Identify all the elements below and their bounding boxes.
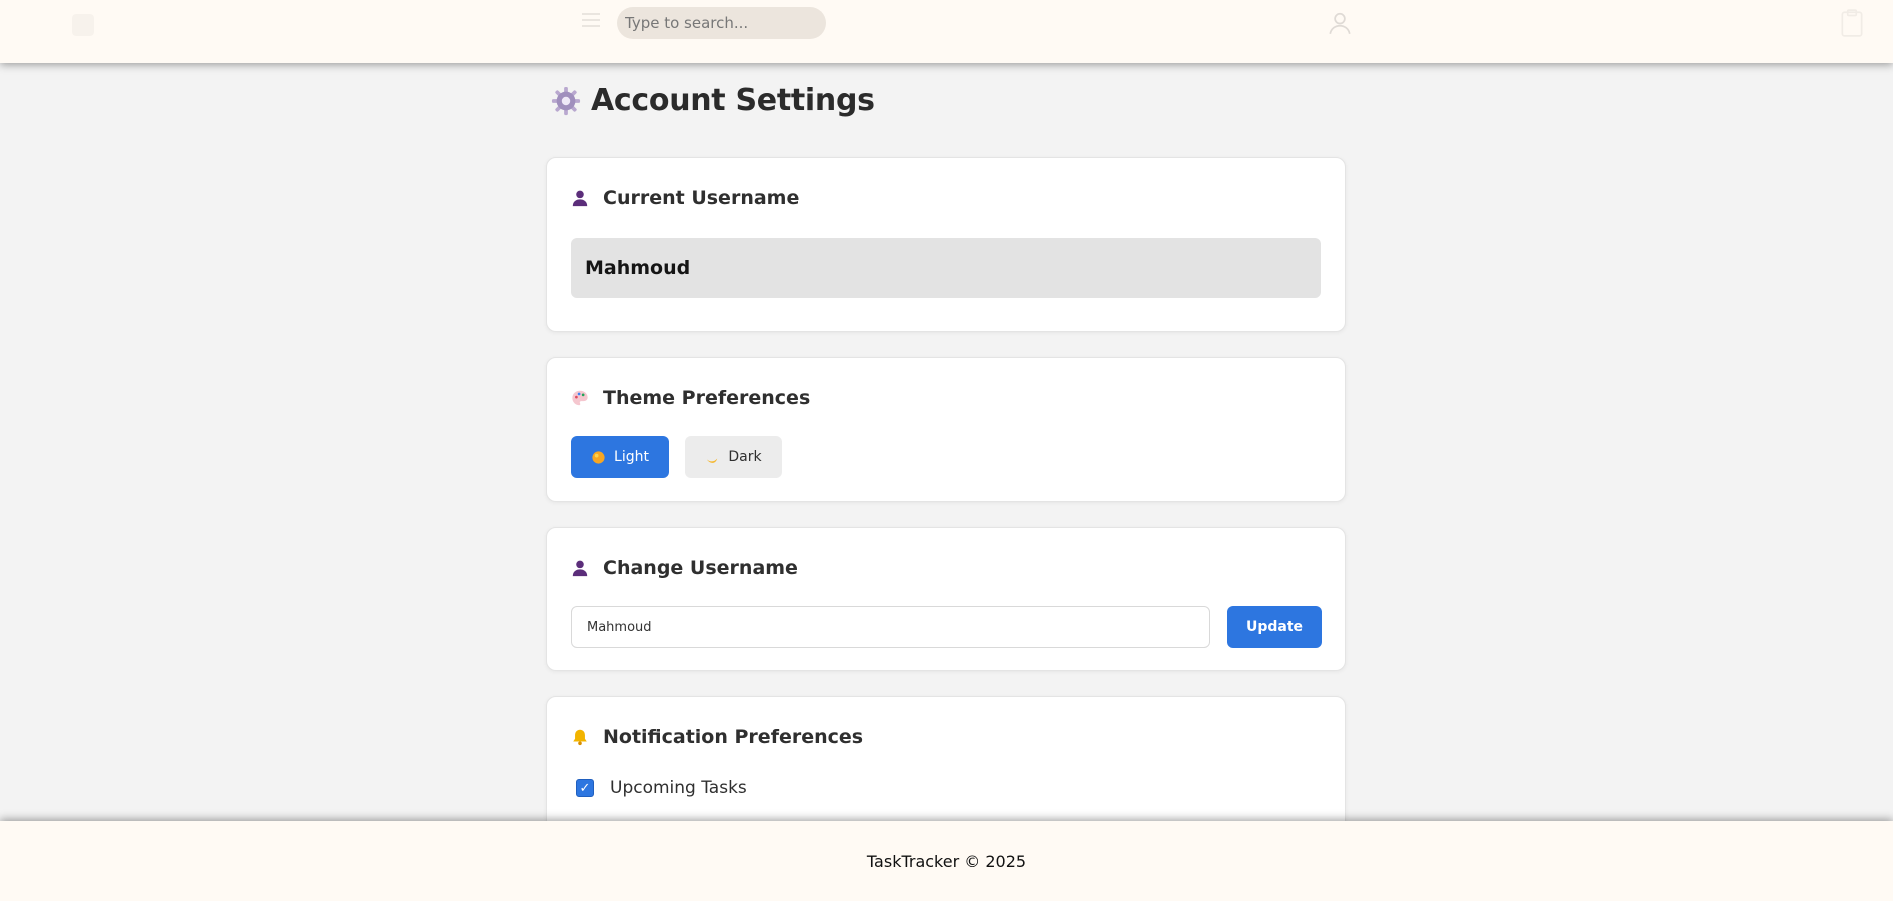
card-header: Notification Preferences	[571, 726, 863, 748]
palette-icon	[572, 390, 588, 406]
light-theme-button[interactable]: Light	[571, 436, 669, 478]
username-field[interactable]	[571, 606, 1210, 648]
sun-icon	[592, 450, 605, 464]
light-theme-label: Light	[614, 449, 649, 465]
bell-icon	[573, 729, 587, 746]
update-button[interactable]: Update	[1227, 606, 1322, 648]
theme-preferences-card: Theme Preferences Light Dark	[546, 357, 1346, 502]
current-username-heading: Current Username	[603, 187, 800, 209]
search-input[interactable]	[617, 7, 826, 39]
notification-preferences-heading: Notification Preferences	[603, 726, 864, 748]
change-username-card: Change Username Update	[546, 527, 1346, 671]
user-icon[interactable]	[1327, 10, 1353, 36]
card-header: Current Username	[571, 187, 799, 209]
footer: TaskTracker © 2025	[0, 821, 1893, 901]
theme-preferences-heading: Theme Preferences	[603, 387, 811, 409]
clipboard-icon[interactable]	[1839, 8, 1865, 38]
change-username-heading: Change Username	[603, 557, 798, 579]
page-title: Account Settings	[551, 83, 875, 118]
dark-theme-label: Dark	[728, 449, 762, 465]
card-header: Change Username	[571, 557, 798, 579]
current-username-card: Current Username Mahmoud	[546, 157, 1346, 332]
person-icon	[572, 190, 588, 207]
page-title-text: Account Settings	[591, 83, 875, 118]
current-username-value: Mahmoud	[571, 238, 1321, 298]
hamburger-icon[interactable]	[582, 13, 600, 27]
app-logo-icon[interactable]	[72, 14, 94, 36]
person-icon	[572, 560, 588, 577]
gear-icon	[551, 86, 581, 115]
upcoming-tasks-checkbox[interactable]: ✓	[576, 779, 594, 797]
moon-icon	[707, 457, 718, 463]
dark-theme-button[interactable]: Dark	[685, 436, 782, 478]
upcoming-tasks-label: Upcoming Tasks	[610, 778, 747, 798]
footer-text: TaskTracker © 2025	[866, 851, 1027, 871]
top-bar	[0, 0, 1893, 63]
upcoming-tasks-option[interactable]: ✓ Upcoming Tasks	[576, 778, 747, 798]
card-header: Theme Preferences	[571, 387, 810, 409]
